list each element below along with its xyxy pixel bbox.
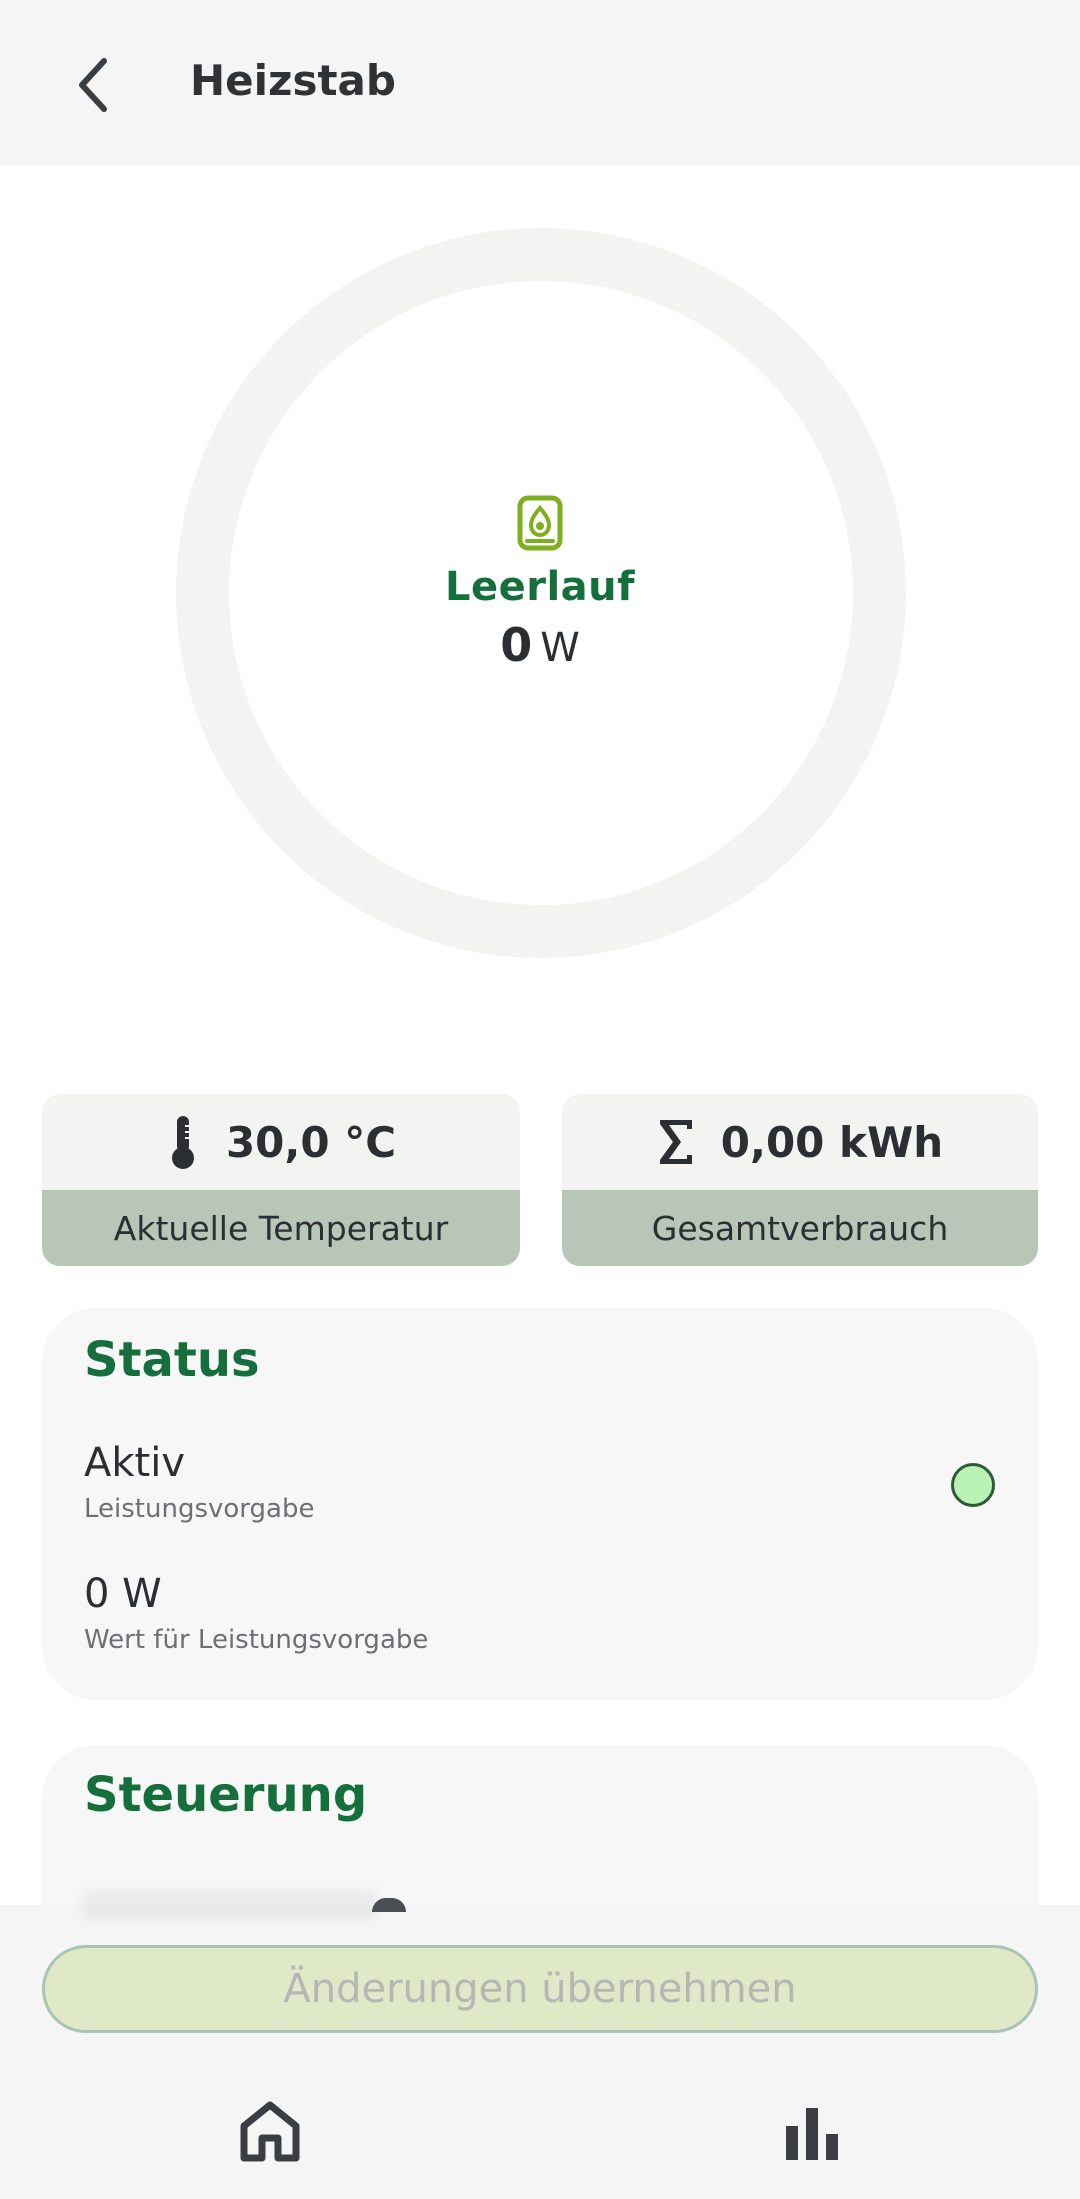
power-setting-status-value: Aktiv [84,1440,185,1486]
nav-home[interactable] [238,2100,302,2162]
temperature-value: 30,0 °C [225,1117,397,1167]
temperature-card: 30,0 °C Aktuelle Temperatur [42,1094,520,1266]
total-consumption-card: 0,00 kWh Gesamtverbrauch [562,1094,1038,1266]
status-card: Status Aktiv Leistungsvorgabe 0 W Wert f… [42,1308,1038,1700]
thermometer-icon [171,1116,194,1169]
arrow-back-icon [79,58,107,112]
current-power: 0W [500,617,580,684]
power-setting-status-label: Leistungsvorgabe [84,1494,315,1524]
status-indicator-dot [951,1463,995,1507]
temperature-label: Aktuelle Temperatur [42,1190,520,1266]
top-app-bar: Heizstab [0,0,1080,165]
page-title: Heizstab [190,56,396,105]
slider-track [80,1890,380,1920]
water-heater-icon [517,495,563,551]
sigma-icon [659,1120,692,1164]
power-setting-value-label: Wert für Leistungsvorgabe [84,1625,429,1655]
ring-center: Leerlauf 0W [340,495,740,684]
home-icon [240,2101,300,2162]
power-setting-value: 0 W [84,1571,162,1617]
total-consumption-value: 0,00 kWh [720,1117,944,1167]
total-consumption-label: Gesamtverbrauch [562,1190,1038,1266]
bar-chart-icon [786,2108,838,2160]
power-unit: W [540,625,580,671]
nav-statistics[interactable] [782,2104,842,2160]
power-value: 0 [500,618,533,672]
back-button[interactable] [52,45,132,125]
control-title: Steuerung [84,1767,368,1823]
status-title: Status [84,1332,260,1388]
apply-changes-button[interactable]: Änderungen übernehmen [42,1945,1038,2033]
device-status-label: Leerlauf [444,564,636,610]
